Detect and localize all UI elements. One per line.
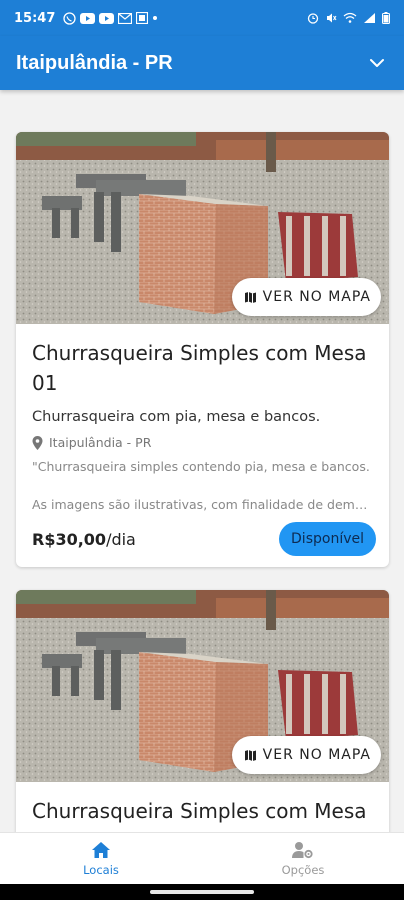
bottom-navigation: Locais Opções (0, 832, 404, 884)
app-icon (136, 12, 149, 24)
nav-label-locais: Locais (83, 862, 119, 877)
listing-price: R$30,00/dia (32, 530, 136, 549)
listing-subtitle: Churrasqueira com pia, mesa e bancos. (32, 409, 321, 425)
alarm-icon (307, 13, 319, 24)
map-icon (244, 749, 256, 761)
listing-photo[interactable]: VER NO MAPA (16, 132, 389, 324)
listing-price-unit: /dia (106, 529, 136, 549)
home-icon (92, 841, 110, 858)
app-bar: Itaipulândia - PR (0, 36, 404, 90)
listing-price-value: R$30,00 (32, 529, 107, 549)
listing-disclaimer: As imagens são ilustrativas, com finalid… (32, 497, 373, 512)
location-pin-icon (32, 435, 43, 450)
gesture-bar (0, 884, 404, 900)
chevron-down-icon[interactable] (366, 52, 388, 74)
nav-label-opcoes: Opções (281, 862, 325, 877)
listing-title: Churrasqueira Simples com Mesa 01 (32, 341, 367, 395)
status-bar: 15:47 (0, 0, 404, 36)
battery-icon (382, 12, 390, 24)
mail-icon (118, 12, 133, 24)
map-icon (244, 291, 256, 303)
nav-item-opcoes[interactable]: Opções (202, 833, 404, 884)
notification-icons (63, 11, 158, 25)
youtube-icon (99, 12, 115, 24)
listing-location: Itaipulândia - PR (32, 435, 373, 450)
signal-icon (364, 13, 375, 23)
city-title[interactable]: Itaipulândia - PR (16, 52, 173, 75)
status-time: 15:47 (14, 10, 56, 26)
view-on-map-label: VER NO MAPA (262, 289, 371, 305)
nav-item-locais[interactable]: Locais (0, 833, 202, 884)
user-settings-icon (292, 841, 313, 858)
listing-card[interactable]: VER NO MAPA Churrasqueira Simples com Me… (16, 590, 389, 832)
youtube-icon (80, 12, 96, 24)
listing-feed[interactable]: VER NO MAPA Churrasqueira Simples com Me… (0, 90, 404, 832)
mute-icon (327, 13, 337, 23)
listing-card[interactable]: VER NO MAPA Churrasqueira Simples com Me… (16, 132, 389, 567)
system-icons (307, 12, 390, 24)
availability-badge: Disponível (279, 522, 376, 556)
view-on-map-label: VER NO MAPA (262, 747, 371, 763)
listing-photo[interactable]: VER NO MAPA (16, 590, 389, 782)
view-on-map-button[interactable]: VER NO MAPA (231, 736, 381, 774)
whatsapp-icon (63, 11, 77, 25)
listing-description: "Churrasqueira simples contendo pia, mes… (32, 459, 370, 474)
home-indicator[interactable] (150, 890, 254, 894)
wifi-icon (343, 12, 357, 23)
listing-title: Churrasqueira Simples com Mesa (32, 799, 367, 823)
listing-location-text: Itaipulândia - PR (49, 435, 152, 450)
view-on-map-button[interactable]: VER NO MAPA (231, 278, 381, 316)
dot-icon (153, 16, 158, 20)
